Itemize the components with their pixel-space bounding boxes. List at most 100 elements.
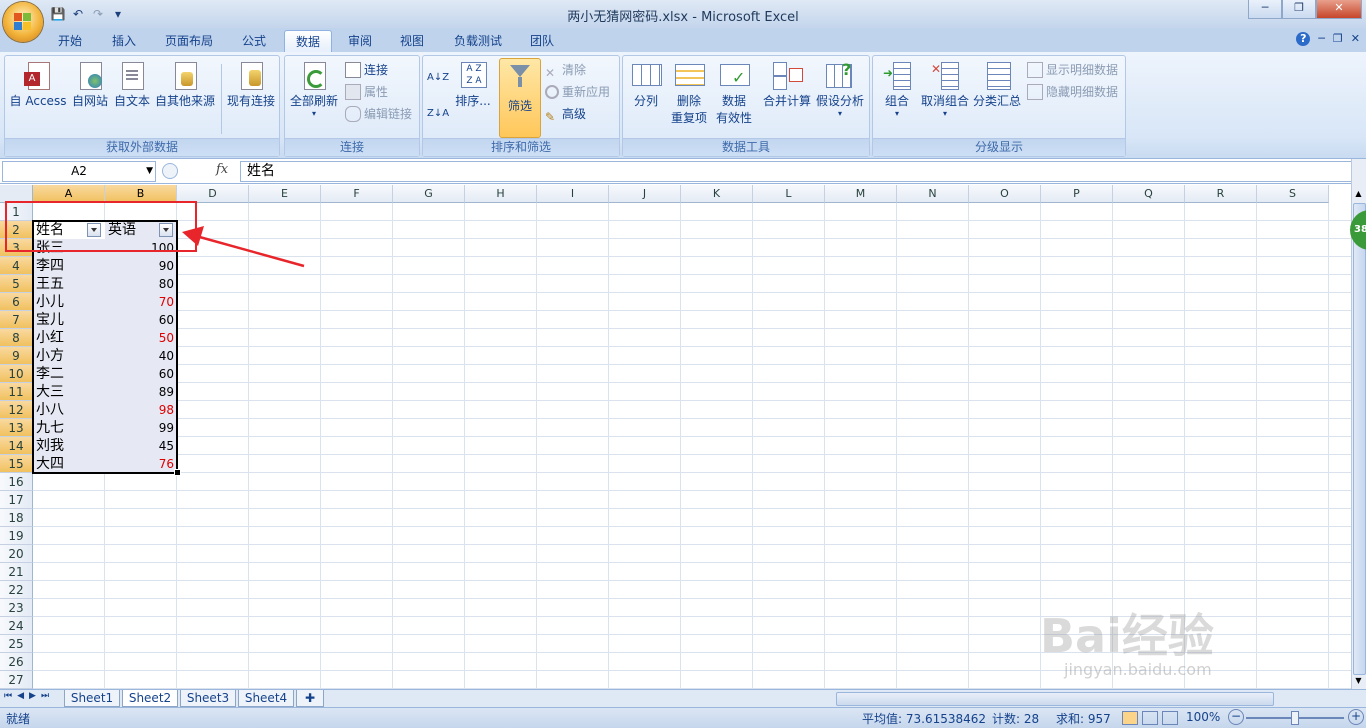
- sheet-tab-4[interactable]: Sheet4: [238, 690, 294, 707]
- column-header-Q[interactable]: Q: [1113, 185, 1185, 203]
- zoom-level[interactable]: 100%: [1186, 710, 1220, 724]
- cell-name[interactable]: 大四: [36, 455, 64, 473]
- advanced-filter-button[interactable]: ✎ 高级: [545, 104, 586, 124]
- cell-name[interactable]: 刘我: [36, 437, 64, 455]
- sheet-tab-2[interactable]: Sheet2: [122, 690, 178, 707]
- existing-connections-button[interactable]: 现有连接: [225, 58, 277, 109]
- column-header-K[interactable]: K: [681, 185, 753, 203]
- ribbon-minimize-icon[interactable]: ─: [1318, 32, 1325, 46]
- subtotal-button[interactable]: 分类汇总: [971, 58, 1023, 109]
- row-header-23[interactable]: 23: [0, 599, 33, 617]
- row-header-15[interactable]: 15: [0, 455, 33, 473]
- tab-insert[interactable]: 插入: [102, 30, 146, 52]
- zoom-in-button[interactable]: +: [1348, 709, 1364, 725]
- column-header-S[interactable]: S: [1257, 185, 1329, 203]
- cell-score[interactable]: 45: [105, 437, 174, 455]
- column-header-E[interactable]: E: [249, 185, 321, 203]
- maximize-button[interactable]: ❐: [1282, 0, 1316, 19]
- zoom-slider-thumb[interactable]: [1291, 711, 1299, 725]
- cell-name[interactable]: 小儿: [36, 293, 64, 311]
- next-sheet-icon[interactable]: ▶: [29, 691, 36, 701]
- cell-name[interactable]: 大三: [36, 383, 64, 401]
- last-sheet-icon[interactable]: ⏭: [41, 691, 49, 701]
- scroll-down-icon[interactable]: ▼: [1352, 674, 1365, 687]
- column-header-H[interactable]: H: [465, 185, 537, 203]
- help-icon[interactable]: ?: [1296, 32, 1311, 46]
- tab-review[interactable]: 审阅: [338, 30, 382, 52]
- column-header-M[interactable]: M: [825, 185, 897, 203]
- row-header-24[interactable]: 24: [0, 617, 33, 635]
- sheet-tab-3[interactable]: Sheet3: [180, 690, 236, 707]
- cell-score[interactable]: 98: [105, 401, 174, 419]
- tab-team[interactable]: 团队: [520, 30, 564, 52]
- from-other-sources-button[interactable]: 自其他来源: [153, 58, 217, 109]
- row-header-18[interactable]: 18: [0, 509, 33, 527]
- row-header-20[interactable]: 20: [0, 545, 33, 563]
- row-header-4[interactable]: 4: [0, 257, 33, 275]
- cell-name[interactable]: 小八: [36, 401, 64, 419]
- sort-za-button[interactable]: Z↓A: [427, 104, 449, 124]
- row-header-21[interactable]: 21: [0, 563, 33, 581]
- cell-score[interactable]: 60: [105, 365, 174, 383]
- tab-view[interactable]: 视图: [390, 30, 434, 52]
- tab-page-layout[interactable]: 页面布局: [156, 30, 222, 52]
- column-header-R[interactable]: R: [1185, 185, 1257, 203]
- row-header-25[interactable]: 25: [0, 635, 33, 653]
- column-header-I[interactable]: I: [537, 185, 609, 203]
- row-header-22[interactable]: 22: [0, 581, 33, 599]
- sort-az-button[interactable]: A↓Z: [427, 68, 449, 88]
- formula-cancel-icon[interactable]: [162, 163, 178, 179]
- horizontal-scroll-thumb[interactable]: [836, 692, 1274, 706]
- name-box[interactable]: A2 ▼: [2, 161, 156, 182]
- tab-formulas[interactable]: 公式: [232, 30, 276, 52]
- formula-input[interactable]: 姓名: [240, 161, 1354, 182]
- connections-button[interactable]: 连接: [345, 60, 388, 80]
- column-header-L[interactable]: L: [753, 185, 825, 203]
- cell-name[interactable]: 九七: [36, 419, 64, 437]
- cell-name[interactable]: 李四: [36, 257, 64, 275]
- refresh-all-button[interactable]: 全部刷新 ▾: [287, 58, 341, 118]
- sort-button[interactable]: A ZZ A 排序...: [451, 58, 495, 109]
- column-header-F[interactable]: F: [321, 185, 393, 203]
- row-header-12[interactable]: 12: [0, 401, 33, 419]
- cell-name[interactable]: 小红: [36, 329, 64, 347]
- text-to-columns-button[interactable]: 分列: [625, 58, 667, 109]
- row-header-6[interactable]: 6: [0, 293, 33, 311]
- row-header-7[interactable]: 7: [0, 311, 33, 329]
- zoom-out-button[interactable]: −: [1228, 709, 1244, 725]
- page-layout-view-icon[interactable]: [1142, 711, 1158, 725]
- group-button[interactable]: ➜ 组合 ▾: [875, 58, 919, 118]
- fill-handle[interactable]: [174, 469, 181, 476]
- cell-name[interactable]: 小方: [36, 347, 64, 365]
- from-text-button[interactable]: 自文本: [111, 58, 153, 109]
- cell-score[interactable]: 99: [105, 419, 174, 437]
- normal-view-icon[interactable]: [1122, 711, 1138, 725]
- cell-score[interactable]: 60: [105, 311, 174, 329]
- row-header-9[interactable]: 9: [0, 347, 33, 365]
- filter-button[interactable]: 筛选: [499, 58, 541, 138]
- page-break-view-icon[interactable]: [1162, 711, 1178, 725]
- close-button[interactable]: ✕: [1316, 0, 1362, 19]
- cell-score[interactable]: 89: [105, 383, 174, 401]
- cell-score[interactable]: 50: [105, 329, 174, 347]
- hide-detail-button[interactable]: 隐藏明细数据: [1027, 82, 1118, 102]
- cell-score[interactable]: 80: [105, 275, 174, 293]
- tab-home[interactable]: 开始: [48, 30, 92, 52]
- first-sheet-icon[interactable]: ⏮: [4, 691, 12, 701]
- cell-score[interactable]: 40: [105, 347, 174, 365]
- cell-name[interactable]: 宝儿: [36, 311, 64, 329]
- row-header-19[interactable]: 19: [0, 527, 33, 545]
- cell-name[interactable]: 王五: [36, 275, 64, 293]
- tab-data[interactable]: 数据: [284, 30, 332, 53]
- row-header-16[interactable]: 16: [0, 473, 33, 491]
- cell-score[interactable]: 76: [105, 455, 174, 473]
- edit-links-button[interactable]: 编辑链接: [345, 104, 412, 124]
- properties-button[interactable]: 属性: [345, 82, 388, 102]
- ungroup-button[interactable]: ✕ 取消组合 ▾: [919, 58, 971, 118]
- cell-score[interactable]: 90: [105, 257, 174, 275]
- minimize-button[interactable]: ─: [1248, 0, 1282, 19]
- what-if-analysis-button[interactable]: ? 假设分析 ▾: [815, 58, 865, 118]
- row-header-8[interactable]: 8: [0, 329, 33, 347]
- reapply-button[interactable]: 重新应用: [545, 82, 610, 102]
- from-access-button[interactable]: A 自 Access: [7, 58, 69, 109]
